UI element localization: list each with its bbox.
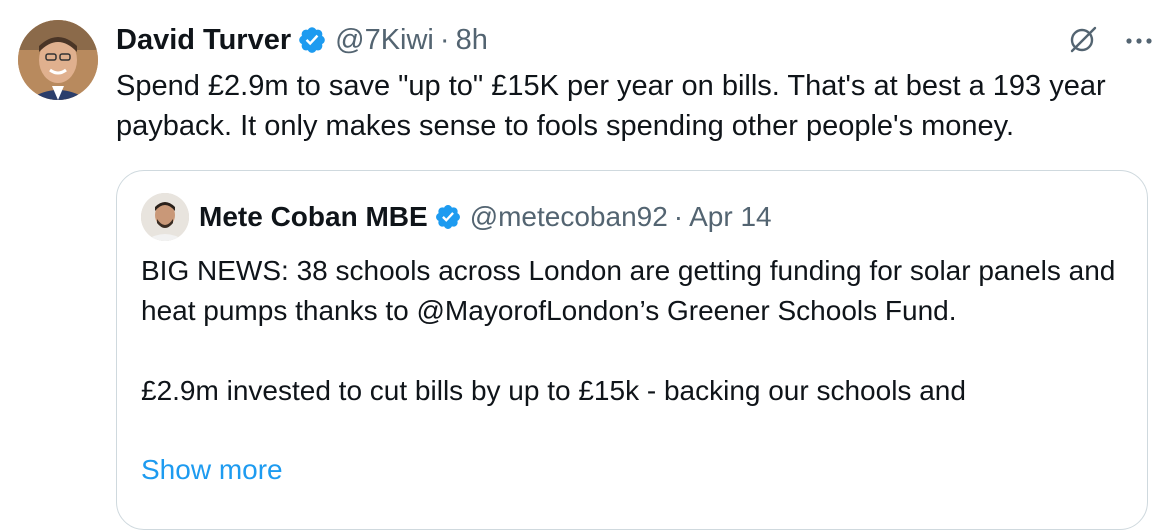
verified-badge-icon[interactable]: [297, 25, 327, 55]
quoted-author-name[interactable]: Mete Coban MBE: [199, 201, 428, 233]
author-name[interactable]: David Turver: [116, 24, 291, 57]
tweet-header: David Turver @7Kiwi · 8h: [116, 22, 488, 58]
quoted-author-avatar-image: [141, 193, 189, 241]
author-avatar-image: [18, 20, 98, 100]
quoted-tweet-card[interactable]: Mete Coban MBE @metecoban92 · Apr 14 BIG…: [116, 170, 1148, 530]
separator-dot: ·: [673, 201, 684, 232]
grok-icon[interactable]: [1068, 24, 1098, 59]
quoted-tweet-paragraph: BIG NEWS: 38 schools across London are g…: [141, 255, 1116, 326]
quoted-author-avatar[interactable]: [141, 193, 189, 241]
author-avatar[interactable]: [18, 20, 98, 100]
verified-badge-icon[interactable]: [434, 203, 462, 231]
author-handle[interactable]: @7Kiwi: [335, 24, 434, 57]
separator-dot: ·: [439, 23, 450, 56]
more-options-icon[interactable]: [1124, 33, 1154, 51]
show-more-link[interactable]: Show more: [141, 450, 283, 490]
tweet-actions: [1068, 24, 1154, 59]
tweet-timestamp[interactable]: 8h: [456, 24, 488, 57]
quoted-tweet-paragraph: £2.9m invested to cut bills by up to £15…: [141, 375, 966, 406]
tweet-text: Spend £2.9m to save "up to" £15K per yea…: [116, 70, 1106, 142]
quoted-tweet-date[interactable]: Apr 14: [689, 201, 772, 233]
quoted-tweet-header: Mete Coban MBE @metecoban92 · Apr 14: [199, 199, 772, 235]
quoted-author-handle[interactable]: @metecoban92: [470, 201, 668, 233]
quoted-tweet-text: BIG NEWS: 38 schools across London are g…: [141, 251, 1131, 411]
